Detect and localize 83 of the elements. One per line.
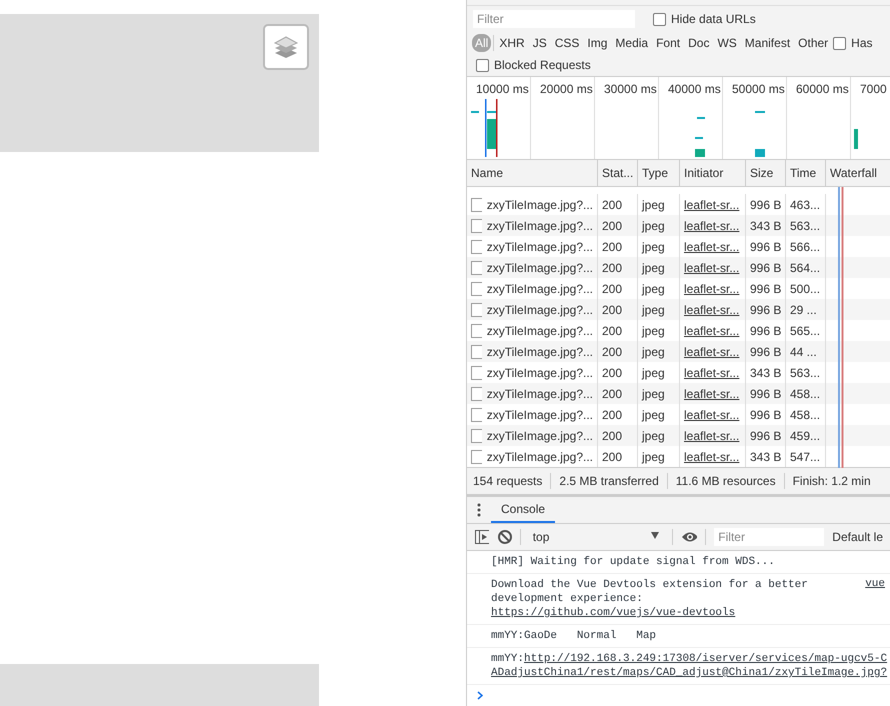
initiator-link[interactable]: leaflet-sr... [684,260,740,274]
type-filter-button[interactable]: Media [612,34,652,52]
status-text: Finish: 1.2 min [792,474,871,488]
file-icon [471,366,482,380]
type-filter-button[interactable]: Img [584,34,610,52]
initiator-link[interactable]: leaflet-sr... [684,408,740,422]
sidebar-toggle-icon[interactable] [475,530,490,544]
column-header[interactable]: Time [786,160,826,186]
layers-icon [273,34,299,60]
time-tick-label: 30000 ms [604,82,657,96]
column-header[interactable]: Waterfall [826,160,890,186]
file-icon [471,240,482,254]
console-message: mmYY:GaoDe Normal Map [491,630,656,642]
table-cell: 343 B [746,446,786,467]
file-icon [471,408,482,422]
status-text: 2.5 MB transferred [559,474,659,488]
initiator-link[interactable]: leaflet-sr... [684,428,740,442]
column-header[interactable]: Size [746,160,786,186]
initiator-link[interactable]: leaflet-sr... [684,282,740,296]
blocked-requests-checkbox[interactable]: Blocked Requests [476,58,591,72]
type-filter-button[interactable]: JS [530,34,550,52]
filter-input[interactable]: Filter [473,10,635,28]
file-icon [471,324,482,338]
console-message: [HMR] Waiting for update signal from WDS... [491,556,775,568]
column-header[interactable]: Stat... [598,160,638,186]
type-filter-button[interactable]: CSS [552,34,582,52]
file-icon [471,302,482,316]
type-filter-button[interactable]: Other [795,34,832,52]
time-tick-label: 10000 ms [476,82,529,96]
log-levels-dropdown[interactable]: Default le [832,530,883,544]
initiator-link[interactable]: leaflet-sr... [684,218,740,232]
status-text: 11.6 MB resources [676,474,776,488]
column-header[interactable]: Type [638,160,680,186]
console-message: development experience: [491,593,643,605]
table-cell: 547... [786,446,826,467]
console-link[interactable]: https://github.com/vuejs/vue-devtools [491,607,736,619]
type-filter-button[interactable]: Doc [685,34,712,52]
layers-button[interactable] [263,24,309,70]
table-cell: 200 [598,446,638,467]
table-cell: zxyTileImage.jpg?... [467,446,598,467]
file-icon [471,344,482,358]
console-tab[interactable]: Console [491,497,556,523]
file-icon [471,198,482,212]
initiator-link[interactable]: leaflet-sr... [684,386,740,400]
file-icon [471,428,482,442]
source-link[interactable]: vue [865,578,885,620]
time-tick-label: 20000 ms [540,82,593,96]
menu-icon[interactable] [477,503,481,517]
initiator-link[interactable]: leaflet-sr... [684,302,740,316]
time-tick-label: 60000 ms [796,82,849,96]
time-tick-label: 7000 [860,82,887,96]
column-header[interactable]: Name [467,160,598,186]
initiator-link[interactable]: leaflet-sr... [684,198,740,212]
console-message: mmYY: [491,653,524,665]
caret-icon [650,530,660,540]
initiator-link[interactable]: leaflet-sr... [684,450,740,464]
file-icon [471,282,482,296]
initiator-link[interactable]: leaflet-sr... [684,366,740,380]
clear-icon[interactable] [497,529,512,545]
console-message: Download the Vue Devtools extension for a better [491,579,808,591]
context-select[interactable]: top [528,530,664,544]
type-filter-button[interactable]: Font [653,34,684,52]
initiator-link[interactable]: leaflet-sr... [684,240,740,254]
file-icon [471,386,482,400]
file-icon [471,218,482,232]
type-filter-button[interactable]: XHR [496,34,528,52]
initiator-link[interactable]: leaflet-sr... [684,324,740,338]
file-icon [471,450,482,464]
column-header[interactable]: Initiator [680,160,746,186]
console-filter-input[interactable]: Filter [714,528,824,546]
console-link[interactable]: ADadjustChina1/rest/maps/CAD_adjust@China1/zxyTileImage.jpg? [491,667,888,679]
file-icon [471,260,482,274]
table-cell: jpeg [638,446,680,467]
eye-icon[interactable] [681,531,698,543]
type-filter-button[interactable]: WS [714,34,740,52]
time-tick-label: 50000 ms [732,82,785,96]
initiator-link[interactable]: leaflet-sr... [684,344,740,358]
has-checkbox[interactable]: Has [833,36,873,50]
hide-data-urls-checkbox[interactable]: Hide data URLs [653,12,756,26]
status-text: 154 requests [473,474,542,488]
time-tick-label: 40000 ms [668,82,721,96]
console-link[interactable]: http://192.168.3.249:17308/iserver/services/map-ugcv5-C [524,653,888,665]
type-filter-button[interactable]: Manifest [742,34,794,52]
